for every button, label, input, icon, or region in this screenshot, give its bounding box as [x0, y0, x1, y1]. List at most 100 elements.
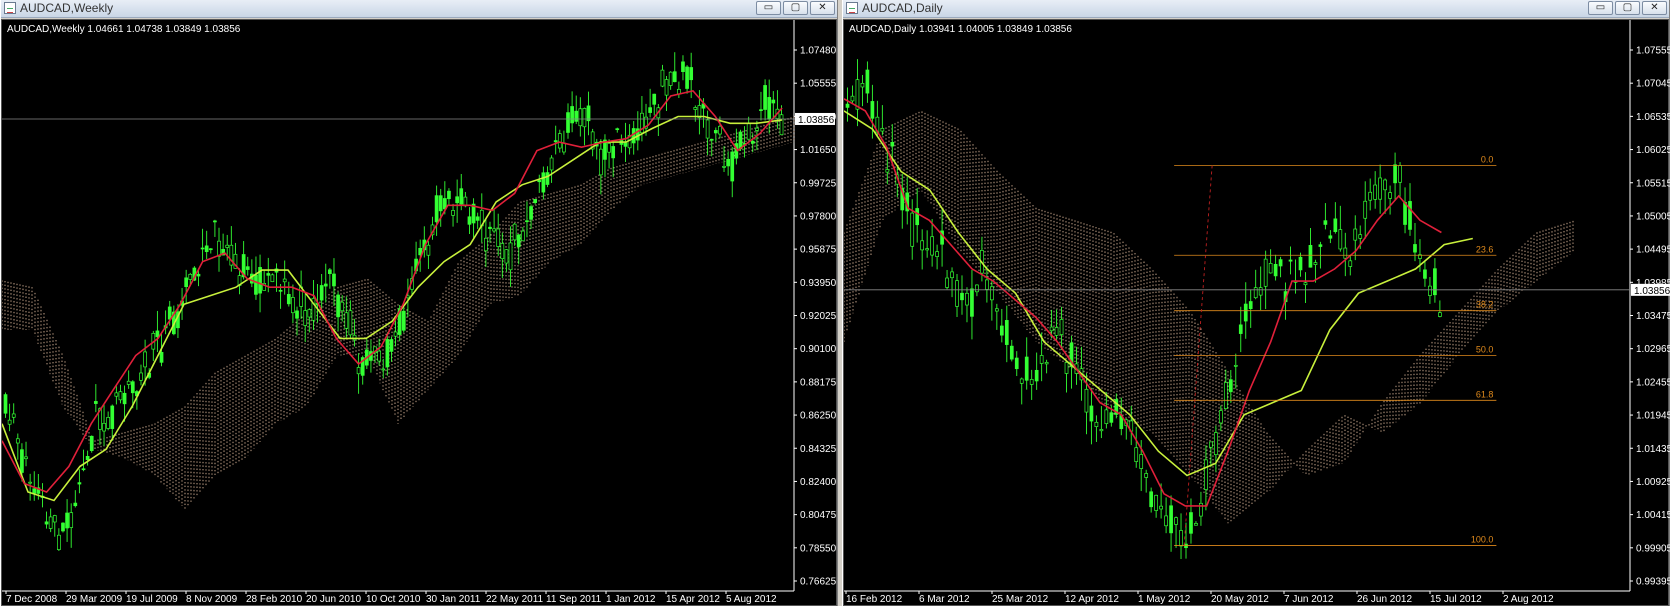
candle-body	[1209, 441, 1213, 448]
candle-body	[1408, 201, 1412, 230]
weekly-chart-window[interactable]: AUDCAD,Weekly ▭ ▢ ✕ 1.074801.055551.0363…	[0, 0, 838, 606]
x-tick-label: 7 Jun 2012	[1284, 594, 1334, 605]
candle-body	[525, 220, 529, 223]
candle-body	[184, 277, 189, 287]
candle-body	[652, 93, 657, 105]
candle-body	[286, 294, 291, 305]
candle-body	[282, 278, 287, 283]
candle-body	[1179, 530, 1183, 547]
candle-body	[1223, 382, 1228, 410]
candle-body	[1413, 244, 1417, 253]
candle-body	[611, 146, 616, 159]
candle-body	[1393, 164, 1397, 184]
titlebar[interactable]: AUDCAD,Weekly ▭ ▢ ✕	[1, 0, 837, 18]
chart-area[interactable]: 0.0 23.6 38.2 50.0 61.8 100.0 1.07555 1.07045 1…	[843, 19, 1670, 606]
candle-body	[1034, 369, 1039, 382]
daily-chart-window[interactable]: AUDCAD,Daily ▭ ▢ ✕ 0.0 23.6 38.2 50.0 61.8 10…	[842, 0, 1670, 606]
candle-body	[1323, 220, 1328, 225]
candle-body	[586, 105, 591, 122]
candle-body	[1149, 491, 1154, 508]
x-tick-label: 15 Apr 2012	[666, 594, 720, 605]
chart-area[interactable]: 1.074801.055551.036301.016500.997250.978…	[1, 19, 837, 606]
y-tick-label: 0.99395	[1636, 577, 1670, 588]
candle-body	[1024, 356, 1029, 381]
candle-body	[447, 190, 451, 200]
x-tick-label: 15 Jul 2012	[1430, 594, 1482, 605]
candle-body	[738, 131, 743, 150]
candle-body	[340, 301, 345, 312]
candle-body	[1278, 259, 1283, 267]
candle-body	[1438, 312, 1442, 317]
candle-body	[885, 169, 890, 173]
candle-body	[1214, 432, 1218, 456]
maximize-button[interactable]: ▢	[783, 1, 808, 15]
candle-body	[615, 128, 620, 131]
candle-body	[328, 269, 332, 274]
candle-body	[225, 244, 230, 248]
candle-body	[1358, 234, 1363, 239]
candle-body	[1403, 202, 1407, 225]
candle-body	[1353, 228, 1358, 241]
chart-header: AUDCAD,Weekly 1.04661 1.04738 1.03849 1.…	[7, 24, 241, 35]
candle-body	[1204, 459, 1208, 490]
y-tick-label: 0.99725	[800, 178, 837, 189]
candle-body	[118, 391, 123, 401]
y-tick-label: 0.84325	[800, 444, 837, 455]
candle-body	[319, 285, 324, 301]
candle-body	[1258, 287, 1263, 296]
candle-body	[303, 310, 308, 326]
candle-body	[11, 413, 16, 418]
candle-body	[578, 108, 583, 127]
candle-body	[1089, 405, 1094, 422]
candle-body	[295, 310, 299, 319]
candle-body	[44, 521, 49, 525]
y-tick-label: 0.93950	[800, 278, 837, 289]
candle-body	[1348, 260, 1353, 267]
candle-body	[69, 512, 74, 528]
candle-body	[1378, 177, 1382, 200]
fib-level-label: 0.0	[1481, 155, 1494, 165]
y-tick-label: 0.99905	[1636, 543, 1670, 554]
candle-body	[1343, 247, 1348, 259]
candle-body	[1159, 505, 1163, 510]
minimize-button[interactable]: ▭	[756, 1, 781, 15]
weekly-chart[interactable]: 1.074801.055551.036301.016500.997250.978…	[2, 20, 838, 605]
x-tick-label: 20 May 2012	[1211, 594, 1269, 605]
candle-body	[718, 125, 722, 135]
candle-body	[401, 310, 406, 331]
candle-body	[89, 435, 94, 451]
y-tick-label: 0.92025	[800, 311, 837, 322]
candle-body	[381, 368, 386, 371]
y-tick-label: 0.78550	[800, 543, 837, 554]
candle-body	[1253, 287, 1258, 299]
candle-body	[965, 292, 969, 306]
candle-body	[77, 482, 82, 485]
candle-body	[1288, 259, 1293, 262]
candle-body	[266, 273, 271, 276]
maximize-button[interactable]: ▢	[1615, 1, 1640, 15]
x-tick-label: 25 Mar 2012	[992, 594, 1049, 605]
candle-body	[204, 245, 209, 253]
candle-body	[1084, 388, 1089, 413]
x-tick-label: 28 Feb 2010	[246, 594, 303, 605]
y-tick-label: 1.04495	[1636, 245, 1670, 256]
window-title: AUDCAD,Weekly	[20, 1, 114, 15]
daily-chart[interactable]: 0.0 23.6 38.2 50.0 61.8 100.0 1.07555 1.07045 1…	[844, 20, 1670, 605]
close-button[interactable]: ✕	[1642, 1, 1667, 15]
candle-body	[960, 292, 964, 301]
candle-body	[1039, 355, 1044, 364]
candle-body	[504, 249, 509, 264]
candle-body	[167, 306, 172, 320]
candle-body	[1368, 191, 1373, 201]
candle-body	[915, 208, 920, 226]
candle-body	[1388, 192, 1392, 199]
candle-body	[865, 69, 870, 94]
x-tick-label: 12 Apr 2012	[1065, 594, 1119, 605]
titlebar[interactable]: AUDCAD,Daily ▭ ▢ ✕	[843, 0, 1669, 18]
minimize-button[interactable]: ▭	[1588, 1, 1613, 15]
candle-body	[557, 133, 562, 149]
x-tick-label: 22 May 2011	[486, 594, 544, 605]
chart-icon	[846, 2, 858, 14]
candle-body	[549, 157, 554, 171]
close-button[interactable]: ✕	[810, 1, 835, 15]
